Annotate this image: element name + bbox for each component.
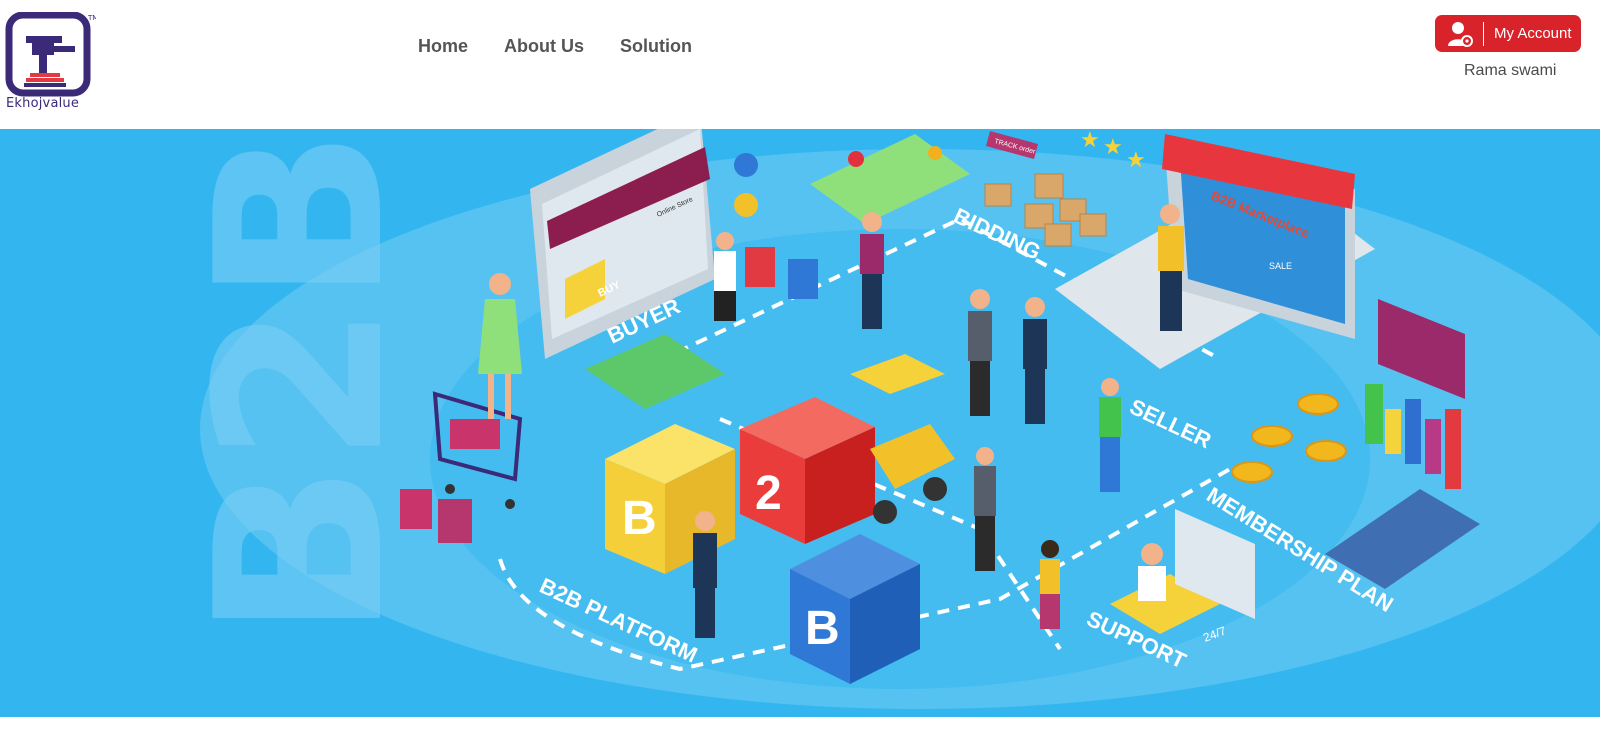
- star-icon: ★: [1126, 147, 1146, 172]
- star-icon: ★: [1080, 129, 1100, 152]
- person-woman-shopper: [714, 232, 736, 321]
- cube-letter: 2: [755, 467, 782, 520]
- user-settings-icon: [1448, 21, 1473, 47]
- button-divider: [1483, 21, 1484, 46]
- hero-banner: B2B BUY Online Store BUYER BIDDING B2B M…: [0, 129, 1600, 717]
- shopping-bag: [400, 489, 432, 529]
- my-account-button[interactable]: My Account: [1435, 15, 1581, 52]
- user-pin-icon: [734, 153, 758, 177]
- nav-solution[interactable]: Solution: [620, 36, 692, 57]
- my-account-label: My Account: [1494, 25, 1572, 42]
- site-header: TM Ekhojvalue Home About Us Solution My …: [0, 0, 1600, 129]
- brand-name: Ekhojvalue: [6, 96, 80, 111]
- svg-text:TM: TM: [87, 14, 96, 22]
- username-label: Rama swami: [1464, 62, 1557, 79]
- b2b-illustration: B2B BUY Online Store BUYER BIDDING B2B M…: [168, 129, 1600, 709]
- cube-letter: B: [805, 602, 840, 655]
- nav-about-us[interactable]: About Us: [504, 36, 584, 57]
- shopping-bag: [438, 499, 472, 543]
- shopping-bag: [788, 259, 818, 299]
- b2b-watermark: B2B: [168, 129, 435, 639]
- person-woman-pink: [1040, 540, 1060, 629]
- nav-home[interactable]: Home: [418, 36, 468, 57]
- star-icon: ★: [1103, 134, 1123, 159]
- main-nav: Home About Us Solution: [418, 36, 692, 57]
- bottom-strip: [0, 717, 1600, 738]
- location-pin-icon: [734, 193, 758, 217]
- sale-tag: SALE: [1269, 261, 1292, 271]
- cube-letter: B: [622, 492, 657, 545]
- shopping-bag: [745, 247, 775, 287]
- person-support-agent: [1138, 543, 1166, 601]
